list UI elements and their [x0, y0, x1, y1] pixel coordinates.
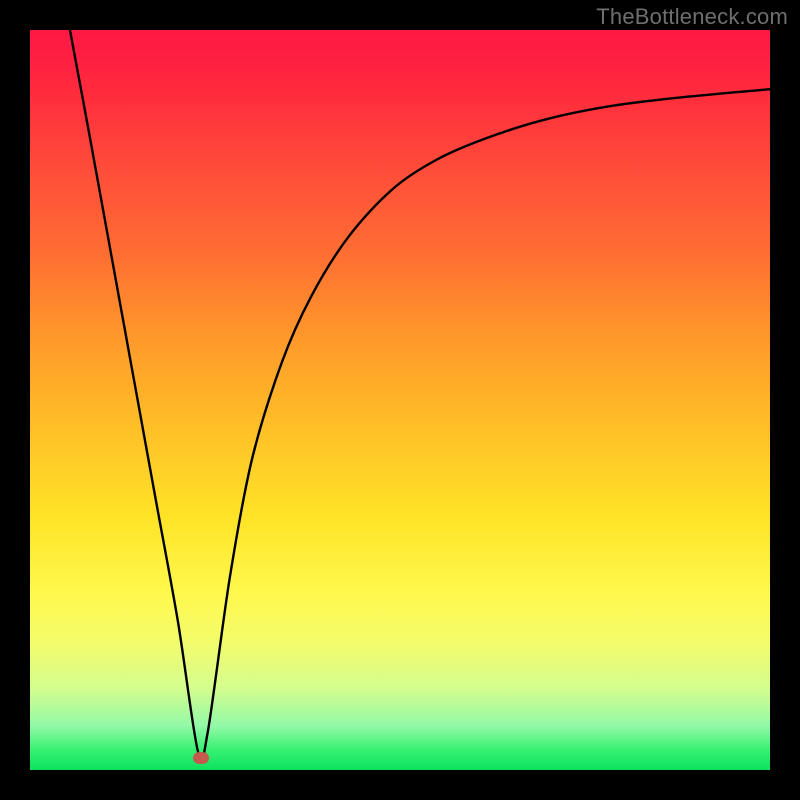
bottleneck-curve-svg: [30, 30, 770, 770]
chart-frame: TheBottleneck.com: [0, 0, 800, 800]
bottleneck-curve-path: [70, 30, 770, 761]
sweet-spot-marker: [193, 752, 209, 764]
watermark-label: TheBottleneck.com: [596, 4, 788, 30]
